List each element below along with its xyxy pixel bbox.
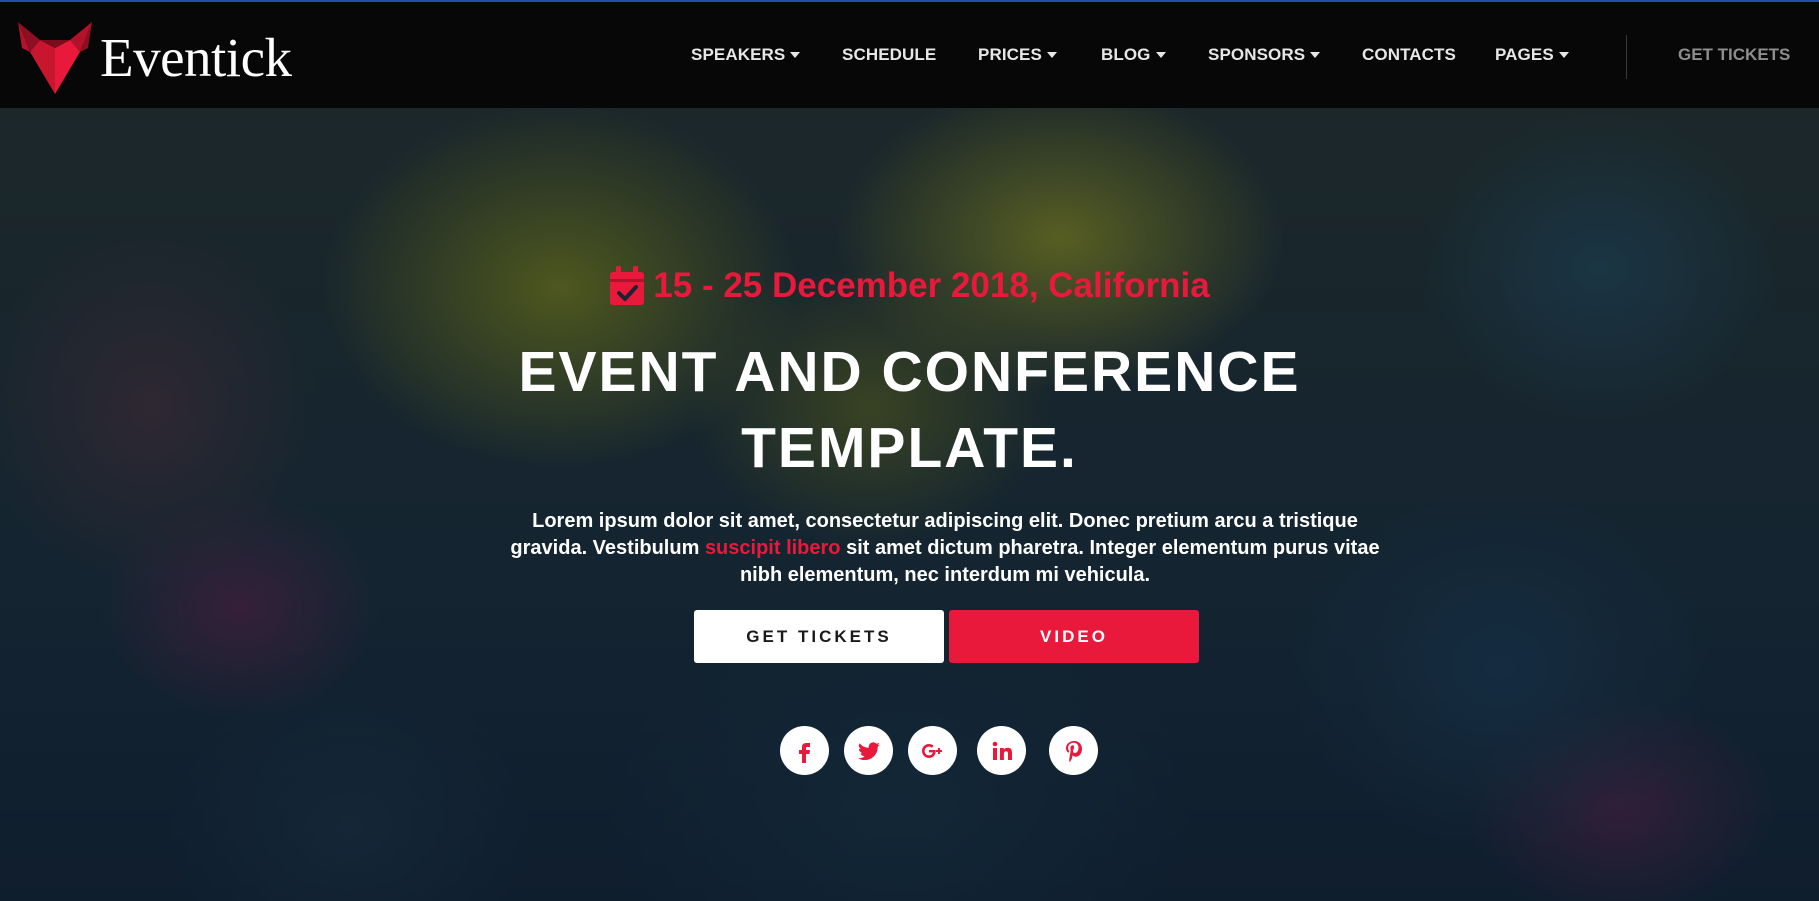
nav-item-speakers[interactable]: SPEAKERS bbox=[691, 2, 801, 108]
social-links bbox=[0, 726, 1819, 775]
caret-down-icon bbox=[1046, 52, 1057, 58]
nav-item-pages[interactable]: PAGES bbox=[1495, 2, 1569, 108]
caret-down-icon bbox=[1558, 52, 1569, 58]
google-plus-button[interactable] bbox=[908, 726, 957, 775]
description-highlight-link[interactable]: suscipit libero bbox=[705, 537, 841, 559]
calendar-check-icon bbox=[610, 266, 645, 305]
linkedin-button[interactable] bbox=[977, 726, 1026, 775]
nav-divider bbox=[1626, 35, 1627, 79]
nav-item-sponsors[interactable]: SPONSORS bbox=[1208, 2, 1321, 108]
nav-item-label: PRICES bbox=[978, 45, 1042, 64]
nav-item-label: SPEAKERS bbox=[691, 45, 786, 64]
main-nav: SPEAKERS SCHEDULE PRICES BLOG SPONSORS C… bbox=[0, 2, 1819, 108]
nav-item-label: PAGES bbox=[1495, 45, 1554, 64]
hero-description: Lorem ipsum dolor sit amet, consectetur … bbox=[505, 508, 1385, 589]
google-plus-icon bbox=[921, 743, 942, 758]
twitter-button[interactable] bbox=[844, 726, 893, 775]
pinterest-icon bbox=[1065, 740, 1082, 762]
headline-line-2: TEMPLATE. bbox=[741, 416, 1078, 480]
event-date-text: 15 - 25 December 2018, California bbox=[653, 266, 1210, 305]
event-date: 15 - 25 December 2018, California bbox=[0, 266, 1819, 306]
nav-item-label: SPONSORS bbox=[1208, 45, 1306, 64]
pinterest-button[interactable] bbox=[1049, 726, 1098, 775]
facebook-icon bbox=[798, 742, 810, 763]
nav-item-blog[interactable]: BLOG bbox=[1101, 2, 1166, 108]
linkedin-icon bbox=[992, 741, 1012, 760]
nav-item-prices[interactable]: PRICES bbox=[978, 2, 1057, 108]
navbar: Eventick SPEAKERS SCHEDULE PRICES BLOG S… bbox=[0, 2, 1819, 108]
hero-content: 15 - 25 December 2018, California EVENT … bbox=[0, 108, 1819, 901]
landing-page: Eventick SPEAKERS SCHEDULE PRICES BLOG S… bbox=[0, 0, 1819, 901]
caret-down-icon bbox=[1310, 52, 1321, 58]
hero-headline: EVENT AND CONFERENCE TEMPLATE. bbox=[0, 334, 1819, 486]
hero-section: 15 - 25 December 2018, California EVENT … bbox=[0, 108, 1819, 901]
facebook-button[interactable] bbox=[780, 726, 829, 775]
nav-item-label: SCHEDULE bbox=[842, 45, 937, 64]
nav-item-contacts[interactable]: CONTACTS bbox=[1362, 2, 1456, 108]
caret-down-icon bbox=[790, 52, 801, 58]
caret-down-icon bbox=[1155, 52, 1166, 58]
nav-get-tickets-link[interactable]: GET TICKETS bbox=[1678, 2, 1790, 108]
video-button[interactable]: VIDEO bbox=[949, 610, 1199, 663]
headline-line-1: EVENT AND CONFERENCE bbox=[518, 340, 1301, 404]
nav-item-label: BLOG bbox=[1101, 45, 1151, 64]
get-tickets-button[interactable]: GET TICKETS bbox=[694, 610, 944, 663]
nav-item-label: CONTACTS bbox=[1362, 45, 1456, 64]
nav-item-schedule[interactable]: SCHEDULE bbox=[842, 2, 936, 108]
twitter-icon bbox=[857, 741, 880, 760]
